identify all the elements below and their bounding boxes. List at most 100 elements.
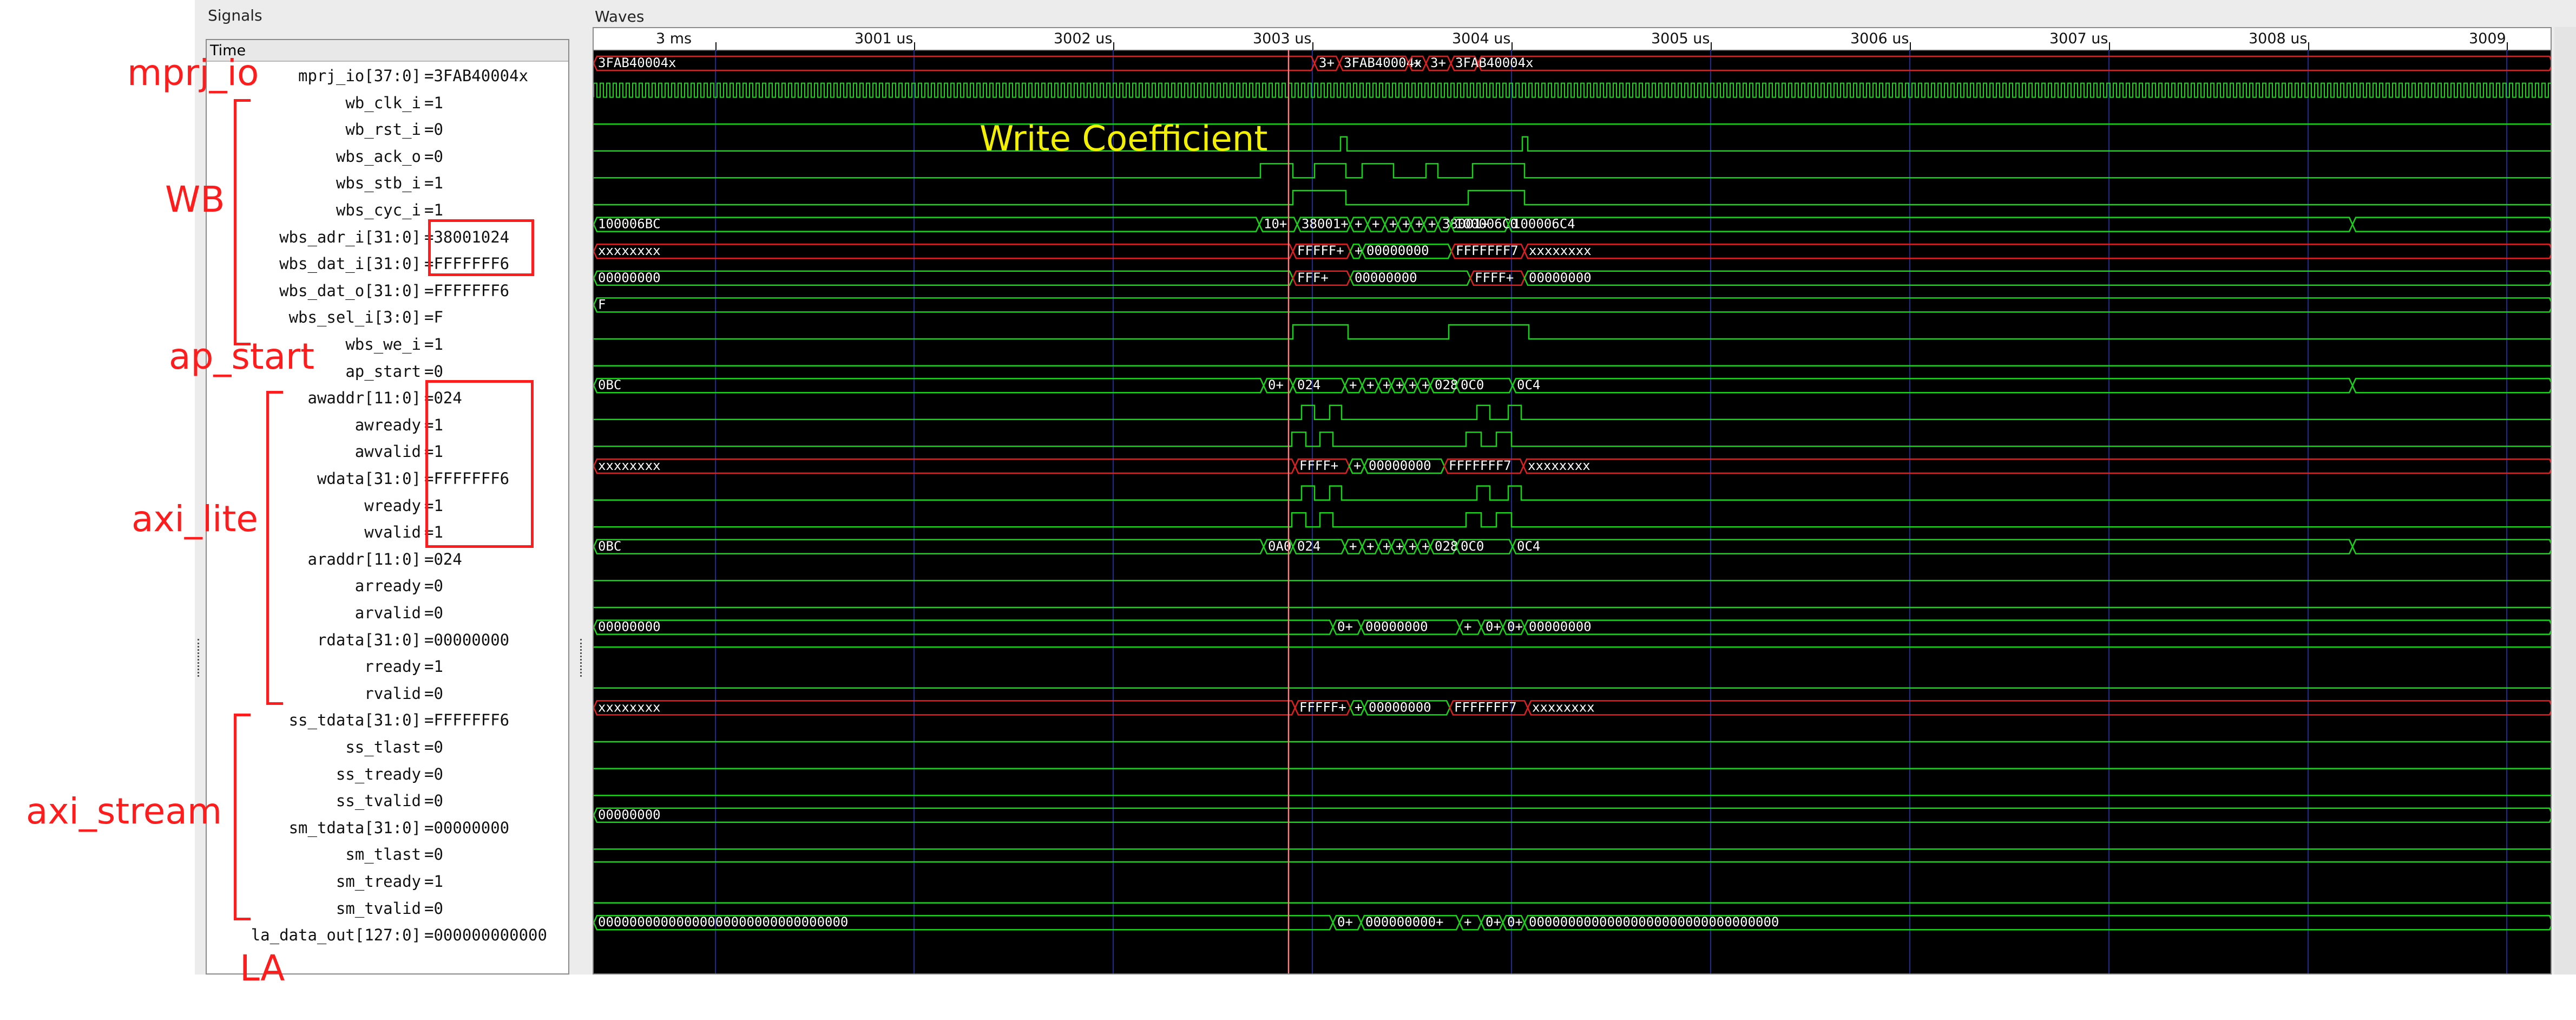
- time-tick-label: 3007 us: [2049, 30, 2108, 47]
- time-tick-label: 3006 us: [1850, 30, 1909, 47]
- bus-value-label: xxxxxxxx: [1532, 699, 1595, 715]
- time-tick-label: 3003 us: [1253, 30, 1312, 47]
- signal-row[interactable]: mprj_io[37:0] =3FAB40004x: [207, 63, 568, 90]
- signal-name: rvalid: [364, 684, 421, 703]
- bit-waveform: [594, 431, 2551, 447]
- signal-row[interactable]: sm_tdata[31:0] =00000000: [207, 815, 568, 842]
- bus-value-label: 100006C4: [1513, 217, 1575, 232]
- signal-name: rready: [364, 657, 421, 676]
- signal-row[interactable]: wbs_sel_i[3:0] =F: [207, 304, 568, 331]
- pane-splitter-grip[interactable]: [580, 639, 584, 677]
- bus-segment: [1507, 217, 2354, 232]
- bus-segment: [2351, 539, 2551, 555]
- signal-name: wbs_dat_i[31:0]: [279, 254, 421, 273]
- clock-waveform: [594, 82, 2551, 98]
- signal-value: =F: [424, 308, 443, 327]
- waveform-traces[interactable]: 3FAB40004x 3+ 3FAB40004x+ 3+ 3FAB40004x10000…: [594, 50, 2552, 975]
- bit-waveform: [594, 512, 2551, 528]
- time-tick-mark: [1113, 42, 1114, 50]
- signal-value: =0: [424, 738, 443, 756]
- bus-value-label: 024: [1297, 539, 1320, 554]
- signal-row[interactable]: wbs_dat_o[31:0] =FFFFFFF6: [207, 278, 568, 305]
- bus-value-label: +: [1383, 377, 1390, 393]
- bus-segment: [594, 458, 1296, 474]
- bus-value-label: 100006BC: [598, 217, 661, 232]
- bus-value-label: 028: [1435, 539, 1458, 554]
- bus-value-label: +: [1355, 217, 1362, 232]
- bus-value-label: xxxxxxxx: [598, 243, 661, 258]
- bus-value-label: 00000000: [1365, 619, 1428, 635]
- bus-value-label: +: [1402, 217, 1410, 232]
- bus-value-label: FFFF+: [1299, 458, 1338, 473]
- signal-row[interactable]: araddr[11:0] =024: [207, 546, 568, 573]
- signal-name: ss_tdata[31:0]: [288, 711, 421, 730]
- bit-waveform: [594, 324, 2551, 340]
- signal-row[interactable]: wb_rst_i =0: [207, 116, 568, 143]
- bus-value-label: 0+: [1507, 619, 1523, 635]
- signal-name: awvalid: [354, 442, 421, 461]
- signal-row[interactable]: ss_tdata[31:0] =FFFFFFF6: [207, 707, 568, 734]
- signal-row[interactable]: wb_clk_i =1: [207, 90, 568, 117]
- annotation-axi-stream: axi_stream: [26, 790, 222, 832]
- bus-segment: [594, 243, 1294, 259]
- signal-row[interactable]: sm_tvalid =0: [207, 895, 568, 923]
- time-tick-label: 3004 us: [1452, 30, 1511, 47]
- signal-row[interactable]: sm_tready =1: [207, 868, 568, 895]
- bus-segment: [594, 539, 1265, 555]
- signal-row[interactable]: wbs_stb_i =1: [207, 170, 568, 197]
- bus-value-label: +: [1396, 377, 1403, 393]
- signal-value: =1: [424, 335, 443, 354]
- time-tick-mark: [715, 42, 717, 50]
- bus-value-label: 0BC: [598, 539, 621, 554]
- time-tick-mark: [2308, 42, 2309, 50]
- bus-segment: [1523, 243, 2551, 259]
- signal-name: sm_tlast: [345, 845, 421, 864]
- bit-waveform: [594, 189, 2551, 206]
- bus-value-label: 0BC: [598, 377, 621, 393]
- bus-segment: [1522, 458, 2551, 474]
- bus-segment: [2351, 217, 2551, 232]
- signal-row[interactable]: ss_tlast =0: [207, 734, 568, 761]
- signal-row[interactable]: wbs_ack_o =0: [207, 143, 568, 171]
- bus-value-label: xxxxxxxx: [598, 458, 661, 473]
- signal-value: =1: [424, 657, 443, 676]
- signal-row[interactable]: la_data_out[127:0] =000000000000: [207, 922, 568, 949]
- bus-value-label: 3FAB40004x: [1455, 55, 1534, 70]
- signal-name: ap_start: [345, 362, 421, 381]
- bus-value-label: 000000000+: [1365, 914, 1444, 930]
- bracket-axi-lite: [266, 391, 283, 705]
- bus-value-label: 0C4: [1517, 377, 1540, 393]
- signal-value: =0: [424, 845, 443, 864]
- bus-value-label: 00000000: [1529, 270, 1592, 285]
- signal-name: mprj_io[37:0]: [298, 67, 421, 85]
- signal-row[interactable]: arready =0: [207, 573, 568, 600]
- signal-row[interactable]: sm_tlast =0: [207, 841, 568, 868]
- signal-row[interactable]: ss_tready =0: [207, 761, 568, 788]
- time-tick-mark: [1711, 42, 1712, 50]
- signal-row[interactable]: arvalid =0: [207, 600, 568, 627]
- bus-value-label: 00000000: [1529, 619, 1592, 635]
- signal-row[interactable]: rvalid =0: [207, 681, 568, 708]
- pane-resize-grip-left[interactable]: [198, 639, 201, 677]
- bus-value-label: 024: [1297, 377, 1320, 393]
- bus-value-label: +: [1383, 539, 1390, 554]
- bus-segment: [1527, 700, 2551, 716]
- vertical-scrollbar[interactable]: [2554, 27, 2576, 975]
- time-ruler[interactable]: 3 ms 3001 us 3002 us 3003 us 3004 us 3005 us 3…: [594, 28, 2551, 51]
- bus-value-label: 00000000: [1366, 243, 1429, 258]
- bit-waveform: [594, 485, 2551, 501]
- bus-value-label: 0+: [1486, 619, 1501, 635]
- waveform-canvas[interactable]: 3 ms 3001 us 3002 us 3003 us 3004 us 3005 us 3…: [593, 27, 2552, 975]
- bus-value-label: +: [1366, 539, 1374, 554]
- signal-row[interactable]: ss_tvalid =0: [207, 788, 568, 815]
- signal-row[interactable]: rready =1: [207, 653, 568, 681]
- signal-name: la_data_out[127:0]: [251, 926, 421, 945]
- bus-value-label: 00000000: [598, 270, 661, 285]
- bus-value-label: xxxxxxxx: [1528, 458, 1591, 473]
- bus-value-label: xxxxxxxx: [1529, 243, 1592, 258]
- highlight-box-axi-lite-values: [425, 380, 534, 548]
- time-tick-label: 3009: [2469, 30, 2506, 47]
- signal-row[interactable]: rdata[31:0] =00000000: [207, 627, 568, 654]
- bracket-axi-stream: [234, 714, 251, 920]
- signal-name: wbs_cyc_i: [336, 201, 421, 219]
